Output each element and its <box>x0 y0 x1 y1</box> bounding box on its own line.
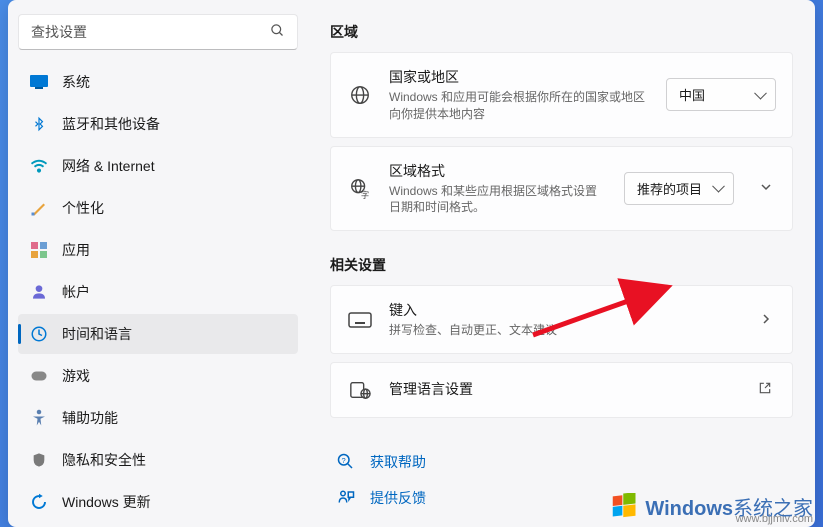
external-link-icon <box>754 377 776 402</box>
nav-label: 辅助功能 <box>62 408 118 428</box>
wifi-icon <box>30 157 48 175</box>
nav-system[interactable]: 系统 <box>18 62 298 102</box>
account-icon <box>30 283 48 301</box>
nav-label: 帐户 <box>62 282 90 302</box>
update-icon <box>30 493 48 511</box>
nav-label: 个性化 <box>62 198 104 218</box>
card-body: 国家或地区 Windows 和应用可能会根据你所在的国家或地区向你提供本地内容 <box>389 67 650 123</box>
nav-label: 隐私和安全性 <box>62 450 146 470</box>
card-country-region[interactable]: 国家或地区 Windows 和应用可能会根据你所在的国家或地区向你提供本地内容 … <box>330 52 793 138</box>
nav-label: 应用 <box>62 240 90 260</box>
search-box[interactable] <box>18 14 298 50</box>
card-region-format[interactable]: 字 区域格式 Windows 和某些应用根据区域格式设置日期和时间格式。 推荐的… <box>330 146 793 232</box>
card-desc: Windows 和某些应用根据区域格式设置日期和时间格式。 <box>389 183 608 217</box>
nav-network[interactable]: 网络 & Internet <box>18 146 298 186</box>
nav-label: Windows 更新 <box>62 492 151 512</box>
card-body: 区域格式 Windows 和某些应用根据区域格式设置日期和时间格式。 <box>389 161 608 217</box>
nav-label: 游戏 <box>62 366 90 386</box>
globe-icon <box>347 82 373 108</box>
card-admin-language[interactable]: 管理语言设置 <box>330 362 793 418</box>
gamepad-icon <box>30 367 48 385</box>
section-region-title: 区域 <box>330 22 793 42</box>
feedback-icon <box>336 488 356 508</box>
nav-label: 网络 & Internet <box>62 156 155 176</box>
clock-globe-icon <box>30 325 48 343</box>
nav-time-language[interactable]: 时间和语言 <box>18 314 298 354</box>
chevron-down-icon[interactable] <box>756 176 776 200</box>
shield-icon <box>30 451 48 469</box>
format-dropdown[interactable]: 推荐的项目 <box>624 172 734 205</box>
svg-text:?: ? <box>342 456 346 465</box>
nav-label: 系统 <box>62 72 90 92</box>
link-get-help[interactable]: ? 获取帮助 <box>330 444 793 480</box>
admin-lang-icon <box>347 377 373 403</box>
nav-windows-update[interactable]: Windows 更新 <box>18 482 298 522</box>
sidebar: 系统 蓝牙和其他设备 网络 & Internet 个性化 应用 帐户 <box>8 0 308 527</box>
card-body: 管理语言设置 <box>389 379 732 401</box>
help-icon: ? <box>336 452 356 472</box>
nav-personalization[interactable]: 个性化 <box>18 188 298 228</box>
country-dropdown[interactable]: 中国 <box>666 78 776 111</box>
settings-window: 系统 蓝牙和其他设备 网络 & Internet 个性化 应用 帐户 <box>8 0 815 527</box>
accessibility-icon <box>30 409 48 427</box>
nav-privacy[interactable]: 隐私和安全性 <box>18 440 298 480</box>
link-label: 获取帮助 <box>370 452 426 472</box>
system-icon <box>30 73 48 91</box>
nav-apps[interactable]: 应用 <box>18 230 298 270</box>
card-desc: 拼写检查、自动更正、文本建议 <box>389 322 734 339</box>
search-icon <box>270 23 285 41</box>
card-title: 键入 <box>389 300 734 320</box>
card-typing[interactable]: 键入 拼写检查、自动更正、文本建议 <box>330 285 793 354</box>
keyboard-icon <box>347 307 373 333</box>
bluetooth-icon <box>30 115 48 133</box>
nav-list: 系统 蓝牙和其他设备 网络 & Internet 个性化 应用 帐户 <box>18 62 298 522</box>
main-content: 区域 国家或地区 Windows 和应用可能会根据你所在的国家或地区向你提供本地… <box>308 0 815 527</box>
section-related-title: 相关设置 <box>330 255 793 275</box>
nav-label: 时间和语言 <box>62 324 132 344</box>
chevron-right-icon <box>756 308 776 332</box>
search-input[interactable] <box>31 24 270 40</box>
card-desc: Windows 和应用可能会根据你所在的国家或地区向你提供本地内容 <box>389 89 650 123</box>
nav-gaming[interactable]: 游戏 <box>18 356 298 396</box>
card-title: 国家或地区 <box>389 67 650 87</box>
apps-icon <box>30 241 48 259</box>
card-body: 键入 拼写检查、自动更正、文本建议 <box>389 300 734 339</box>
svg-text:字: 字 <box>361 190 369 199</box>
card-title: 管理语言设置 <box>389 379 732 399</box>
watermark: Windows系统之家 <box>601 486 823 527</box>
nav-bluetooth[interactable]: 蓝牙和其他设备 <box>18 104 298 144</box>
card-title: 区域格式 <box>389 161 608 181</box>
nav-label: 蓝牙和其他设备 <box>62 114 160 134</box>
globe-text-icon: 字 <box>347 175 373 201</box>
windows-logo-icon <box>611 493 639 521</box>
link-label: 提供反馈 <box>370 488 426 508</box>
brush-icon <box>30 199 48 217</box>
watermark-text: Windows系统之家 <box>645 492 813 521</box>
nav-accounts[interactable]: 帐户 <box>18 272 298 312</box>
nav-accessibility[interactable]: 辅助功能 <box>18 398 298 438</box>
